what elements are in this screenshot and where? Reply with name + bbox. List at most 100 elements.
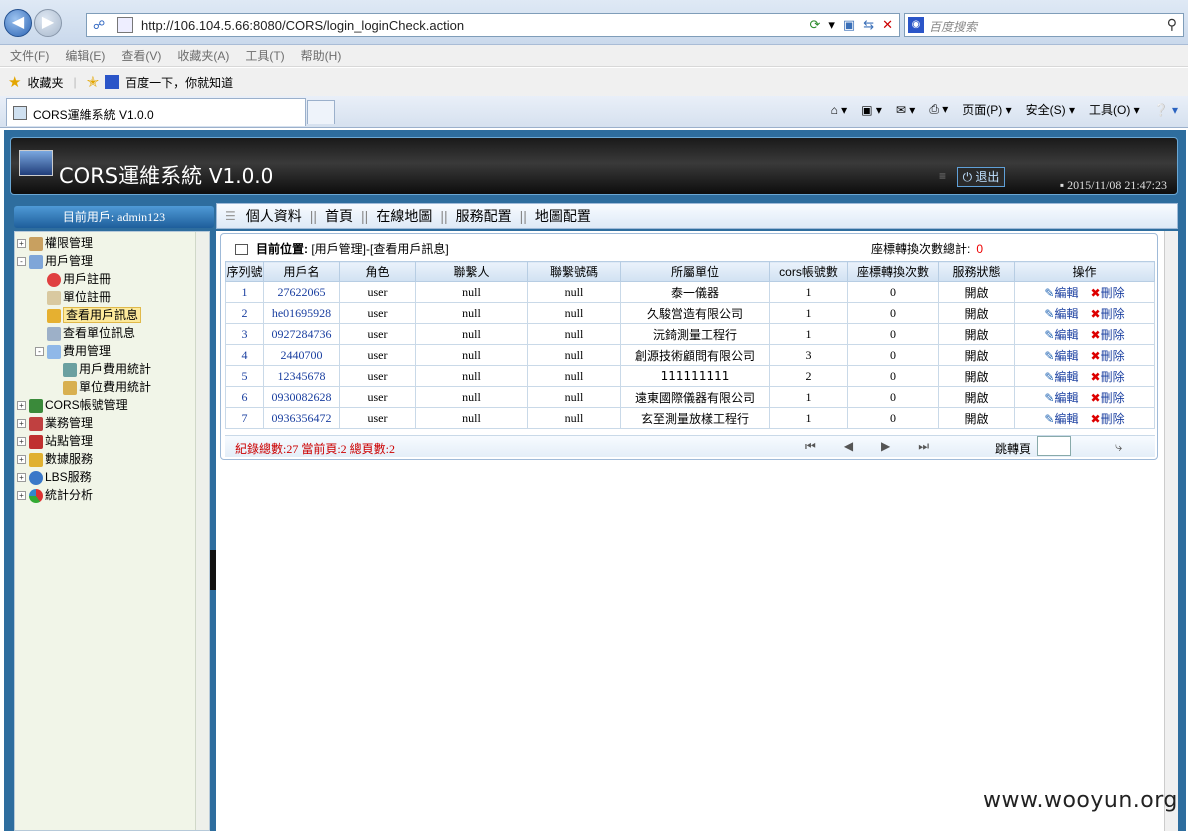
tree-item-stations[interactable]: + 站點管理 xyxy=(17,432,151,450)
header-menu-icon[interactable]: ≡ xyxy=(939,169,946,183)
expand-icon[interactable]: + xyxy=(17,401,26,411)
cell-serial[interactable]: 3 xyxy=(225,323,264,345)
cell-serial[interactable]: 2 xyxy=(225,302,264,324)
home-icon[interactable]: ⌂ ▾ xyxy=(831,103,848,117)
cell-username[interactable]: he01695928 xyxy=(263,302,340,324)
help-icon[interactable]: ❔ ▾ xyxy=(1154,103,1178,117)
stop-icon[interactable]: ✕ xyxy=(882,17,893,33)
menu-view[interactable]: 查看(V) xyxy=(121,47,161,64)
cell-serial[interactable]: 7 xyxy=(225,407,264,429)
tree-item-permissions[interactable]: + 權限管理 xyxy=(17,234,151,252)
feeds-icon[interactable]: ▣ ▾ xyxy=(861,103,882,117)
table-footer: 紀錄總數:27 當前頁:2 總頁數:2 ⏮ ◀ ▶ ⏭ 跳轉頁 ⤷ xyxy=(225,435,1155,457)
delete-link[interactable]: ✖刪除 xyxy=(1091,305,1125,322)
tree-item-fee-mgmt[interactable]: - 費用管理 xyxy=(17,342,151,360)
print-icon[interactable]: ⎙ ▾ xyxy=(929,102,948,117)
delete-link[interactable]: ✖刪除 xyxy=(1091,284,1125,301)
prev-page-icon[interactable]: ◀ xyxy=(844,439,853,454)
tree-item-business[interactable]: + 業務管理 xyxy=(17,414,151,432)
menu-edit[interactable]: 编辑(E) xyxy=(65,47,105,64)
edit-link[interactable]: ✎編輯 xyxy=(1044,284,1078,301)
cell-serial[interactable]: 4 xyxy=(225,344,264,366)
cell-serial[interactable]: 6 xyxy=(225,386,264,408)
edit-link[interactable]: ✎編輯 xyxy=(1044,389,1078,406)
last-page-icon[interactable]: ⏭ xyxy=(918,439,929,454)
fav-link-baidu[interactable]: 百度一下，你就知道 xyxy=(125,74,233,91)
tree-item-unit-fee-stats[interactable]: 單位費用統計 xyxy=(17,378,151,396)
search-box[interactable]: ◉ 百度搜索 ⚲ xyxy=(904,13,1184,37)
add-favorite-icon[interactable]: ✭ xyxy=(87,73,100,91)
tree-item-user-mgmt[interactable]: - 用戶管理 xyxy=(17,252,151,270)
nav-online-map[interactable]: 在線地圖 xyxy=(376,206,432,226)
first-page-icon[interactable]: ⏮ xyxy=(805,439,816,454)
cell-username[interactable]: 12345678 xyxy=(263,365,340,387)
expand-icon[interactable]: + xyxy=(17,455,26,465)
expand-icon[interactable]: + xyxy=(17,419,26,429)
jump-page-input[interactable] xyxy=(1037,436,1071,456)
tree-item-statistics[interactable]: + 統計分析 xyxy=(17,486,151,504)
jump-go-icon[interactable]: ⤷ xyxy=(1115,439,1122,455)
safety-menu[interactable]: 安全(S) ▾ xyxy=(1026,101,1075,118)
collapse-icon[interactable]: - xyxy=(35,347,44,357)
nav-profile[interactable]: 個人資料 xyxy=(246,206,302,226)
edit-link[interactable]: ✎編輯 xyxy=(1044,326,1078,343)
back-button-icon[interactable]: ◀ xyxy=(4,9,32,37)
cell-username[interactable]: 0930082628 xyxy=(263,386,340,408)
menu-help[interactable]: 帮助(H) xyxy=(301,47,342,64)
cell-username[interactable]: 27622065 xyxy=(263,281,340,303)
next-page-icon[interactable]: ▶ xyxy=(881,439,890,454)
forward-button-icon[interactable]: ▶ xyxy=(34,9,62,37)
edit-link[interactable]: ✎編輯 xyxy=(1044,368,1078,385)
favorites-button[interactable]: 收藏夹 xyxy=(27,74,63,91)
tree-item-unit-register[interactable]: 單位註冊 xyxy=(17,288,151,306)
rss-icon[interactable]: ▣ xyxy=(843,17,855,33)
menu-favorites[interactable]: 收藏夹(A) xyxy=(177,47,229,64)
url-field[interactable]: ☍ http://106.104.5.66:8080/CORS/login_lo… xyxy=(86,13,900,37)
cell-serial[interactable]: 5 xyxy=(225,365,264,387)
cell-username[interactable]: 2440700 xyxy=(263,344,340,366)
expand-icon[interactable]: + xyxy=(17,491,26,501)
conversion-total-label: 座標轉換次數總計: xyxy=(871,242,971,256)
cell-username[interactable]: 0927284736 xyxy=(263,323,340,345)
edit-link[interactable]: ✎編輯 xyxy=(1044,410,1078,427)
menu-tools[interactable]: 工具(T) xyxy=(245,47,284,64)
nav-service-config[interactable]: 服務配置 xyxy=(456,206,512,226)
mail-icon[interactable]: ✉ ▾ xyxy=(896,103,915,117)
nav-map-config[interactable]: 地圖配置 xyxy=(535,206,591,226)
search-icon[interactable]: ⚲ xyxy=(1167,16,1177,33)
expand-icon[interactable]: + xyxy=(17,473,26,483)
cell-username[interactable]: 0936356472 xyxy=(263,407,340,429)
sidebar-scrollbar[interactable] xyxy=(195,232,209,830)
cell-role: user xyxy=(339,344,416,366)
tree-item-cors-accounts[interactable]: + CORS帳號管理 xyxy=(17,396,151,414)
refresh-icon[interactable]: ⇆ xyxy=(863,17,874,33)
delete-link[interactable]: ✖刪除 xyxy=(1091,410,1125,427)
content-scrollbar[interactable] xyxy=(1164,231,1178,831)
tree-item-view-users[interactable]: 查看用戶訊息 xyxy=(17,306,151,324)
tree-item-view-units[interactable]: 查看單位訊息 xyxy=(17,324,151,342)
edit-link[interactable]: ✎編輯 xyxy=(1044,305,1078,322)
edit-link[interactable]: ✎編輯 xyxy=(1044,347,1078,364)
menu-file[interactable]: 文件(F) xyxy=(10,47,49,64)
tools-menu[interactable]: 工具(O) ▾ xyxy=(1089,101,1140,118)
cell-contact: null xyxy=(415,386,528,408)
nav-home[interactable]: 首頁 xyxy=(325,206,353,226)
delete-link[interactable]: ✖刪除 xyxy=(1091,389,1125,406)
delete-link[interactable]: ✖刪除 xyxy=(1091,368,1125,385)
expand-icon[interactable]: + xyxy=(17,239,26,249)
tree-item-user-fee-stats[interactable]: 用戶費用統計 xyxy=(17,360,151,378)
delete-link[interactable]: ✖刪除 xyxy=(1091,347,1125,364)
page-menu[interactable]: 页面(P) ▾ xyxy=(962,101,1011,118)
delete-link[interactable]: ✖刪除 xyxy=(1091,326,1125,343)
tree-item-user-register[interactable]: 用戶註冊 xyxy=(17,270,151,288)
collapse-icon[interactable]: - xyxy=(17,257,26,267)
expand-icon[interactable]: + xyxy=(17,437,26,447)
new-tab-button[interactable] xyxy=(307,100,335,124)
exit-button[interactable]: ⏻ 退出 xyxy=(957,167,1005,187)
cell-serial[interactable]: 1 xyxy=(225,281,264,303)
dropdown-icon[interactable]: ▾ xyxy=(828,17,835,33)
compat-icon[interactable]: ⟳ xyxy=(809,17,820,33)
tree-item-lbs[interactable]: + LBS服務 xyxy=(17,468,151,486)
tree-item-data-service[interactable]: + 數據服務 xyxy=(17,450,151,468)
active-tab[interactable]: CORS運維系統 V1.0.0 xyxy=(6,98,306,126)
